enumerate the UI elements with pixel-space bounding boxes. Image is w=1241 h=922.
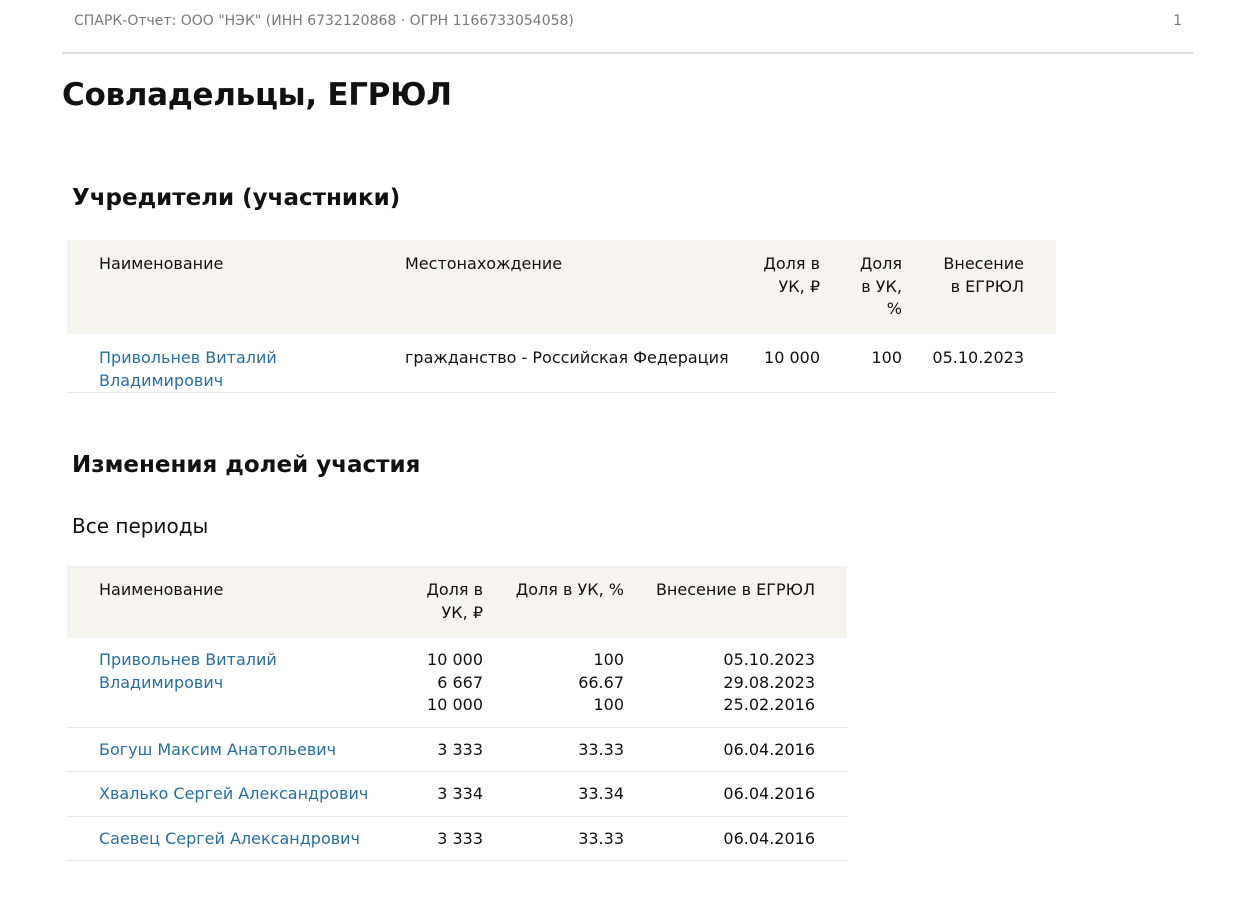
col-header-date-l2: в ЕГРЮЛ [950, 276, 1024, 296]
col-header-share-rub: Доля в УК, ₽ [758, 240, 820, 334]
founder-location: гражданство - Российская Федерация [405, 334, 758, 393]
col-header-share-rub: Доля в УК, ₽ [405, 566, 483, 638]
changes-header-row: Наименование Доля в УК, ₽ Доля в УК, % Вн… [67, 566, 847, 638]
share-pct-value: 66.67 [578, 672, 624, 692]
owner-share-pct: 100 66.67 100 [483, 638, 624, 728]
founders-heading: Учредители (участники) [72, 185, 401, 211]
col-header-location: Местонахождение [405, 240, 758, 334]
owner-share-rub: 3 333 [405, 727, 483, 772]
col-header-date: Внесение в ЕГРЮЛ [624, 566, 847, 638]
share-pct-value: 100 [593, 695, 624, 714]
col-header-share-rub-l1: Доля в [426, 580, 483, 599]
owner-share-rub: 3 333 [405, 816, 483, 861]
share-rub-value: 10 000 [427, 650, 483, 669]
table-row: Богуш Максим Анатольевич 3 333 33.33 06.… [67, 727, 847, 772]
share-rub-value: 6 667 [437, 672, 483, 692]
section-title-source: ЕГРЮЛ [316, 77, 452, 113]
founders-table: Наименование Местонахождение Доля в УК, ₽… [67, 240, 1056, 393]
col-header-share-pct: Доля в УК,% [820, 240, 902, 334]
founder-share-rub: 10 000 [758, 334, 820, 393]
share-rub-value: 10 000 [427, 695, 483, 714]
table-row: Привольнев Виталий Владимирович 10 000 6 … [67, 638, 847, 728]
page-header: СПАРК-Отчет: ООО "НЭК" (ИНН 6732120868 ·… [62, 0, 1193, 54]
col-header-share-pct: Доля в УК, % [483, 566, 624, 638]
founder-date: 05.10.2023 [902, 334, 1056, 393]
date-value: 25.02.2016 [723, 695, 815, 714]
date-value: 05.10.2023 [723, 650, 815, 669]
section-title: Совладельцы, ЕГРЮЛ [62, 76, 452, 114]
col-header-name: Наименование [67, 240, 405, 334]
section-title-main: Совладельцы, [62, 77, 317, 113]
table-row: Саевец Сергей Александрович 3 333 33.33 … [67, 816, 847, 861]
owner-share-pct: 33.33 [483, 816, 624, 861]
owner-name-link[interactable]: Богуш Максим Анатольевич [99, 740, 336, 759]
owner-name-link[interactable]: Хвалько Сергей Александрович [99, 784, 368, 803]
report-title: СПАРК-Отчет: ООО "НЭК" (ИНН 6732120868 ·… [74, 13, 574, 29]
founder-share-pct: 100 [820, 334, 902, 393]
owner-name-link[interactable]: Саевец Сергей Александрович [99, 829, 360, 848]
col-header-share-pct-l1: Доля [859, 254, 902, 273]
owner-date: 06.04.2016 [624, 727, 847, 772]
page-number: 1 [1173, 13, 1182, 29]
owner-share-pct: 33.33 [483, 727, 624, 772]
share-pct-value: 100 [593, 650, 624, 669]
owner-name-link[interactable]: Привольнев Виталий Владимирович [99, 650, 277, 692]
col-header-name: Наименование [67, 566, 405, 638]
col-header-share-rub-l2: УК, ₽ [778, 276, 820, 296]
owner-date: 06.04.2016 [624, 816, 847, 861]
owner-share-rub: 3 334 [405, 771, 483, 817]
table-row: Привольнев Виталий Владимирович гражданс… [67, 334, 1056, 393]
owner-date: 06.04.2016 [624, 771, 847, 817]
share-changes-table: Наименование Доля в УК, ₽ Доля в УК, % Вн… [67, 566, 847, 861]
period-label: Все периоды [72, 514, 209, 538]
col-header-share-pct-l2: в УК, [861, 276, 902, 296]
owner-share-pct: 33.34 [483, 771, 624, 817]
owner-date: 05.10.2023 29.08.2023 25.02.2016 [624, 638, 847, 728]
founder-name-link[interactable]: Привольнев Виталий Владимирович [99, 348, 277, 390]
founders-header-row: Наименование Местонахождение Доля в УК, ₽… [67, 240, 1056, 334]
changes-heading: Изменения долей участия [72, 452, 421, 478]
date-value: 29.08.2023 [723, 672, 815, 692]
table-row: Хвалько Сергей Александрович 3 334 33.34… [67, 771, 847, 817]
col-header-share-pct-l3: % [886, 299, 902, 318]
col-header-share-rub-l1: Доля в [763, 254, 820, 273]
col-header-date-l1: Внесение [943, 254, 1024, 273]
col-header-share-rub-l2: УК, ₽ [441, 602, 483, 622]
owner-share-rub: 10 000 6 667 10 000 [405, 638, 483, 728]
col-header-date: Внесение в ЕГРЮЛ [902, 240, 1056, 334]
